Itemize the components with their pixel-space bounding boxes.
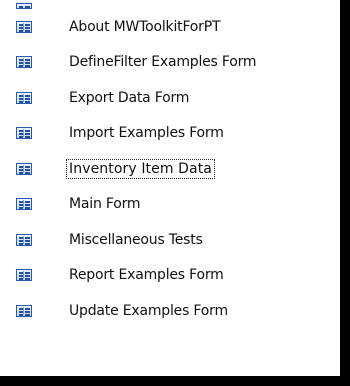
list-item-label: Report Examples Form bbox=[69, 267, 224, 284]
form-icon bbox=[16, 304, 32, 317]
form-icon bbox=[16, 127, 32, 140]
list-item[interactable]: About MWToolkitForPT bbox=[0, 9, 340, 45]
list-item-label: Miscellaneous Tests bbox=[69, 231, 203, 248]
list-item[interactable]: Main Form bbox=[0, 187, 340, 223]
list-item-label: DefineFilter Examples Form bbox=[69, 54, 257, 71]
forms-list-panel: About MWToolkitForPT DefineFilter Exampl… bbox=[0, 0, 340, 376]
list-item[interactable]: DefineFilter Examples Form bbox=[0, 45, 340, 81]
list-item[interactable]: Miscellaneous Tests bbox=[0, 222, 340, 258]
list-item-label: Inventory Item Data bbox=[66, 158, 215, 179]
forms-list: About MWToolkitForPT DefineFilter Exampl… bbox=[0, 0, 340, 329]
list-item-partial[interactable] bbox=[0, 0, 340, 9]
list-item[interactable]: Report Examples Form bbox=[0, 258, 340, 294]
list-item-label: Update Examples Form bbox=[69, 302, 228, 319]
list-item[interactable]: Export Data Form bbox=[0, 80, 340, 116]
form-icon bbox=[16, 162, 32, 175]
form-icon bbox=[16, 91, 32, 104]
list-item-label: Export Data Form bbox=[69, 89, 190, 106]
form-icon bbox=[16, 198, 32, 211]
form-icon bbox=[16, 56, 32, 69]
list-item[interactable]: Update Examples Form bbox=[0, 293, 340, 329]
list-item-label: About MWToolkitForPT bbox=[69, 18, 221, 35]
list-item-label: Main Form bbox=[69, 196, 141, 213]
form-icon bbox=[16, 233, 32, 246]
form-icon bbox=[16, 20, 32, 33]
list-item-selected[interactable]: Inventory Item Data bbox=[0, 151, 340, 187]
list-item-label: Import Examples Form bbox=[69, 125, 224, 142]
list-item[interactable]: Import Examples Form bbox=[0, 116, 340, 152]
form-icon bbox=[16, 269, 32, 282]
